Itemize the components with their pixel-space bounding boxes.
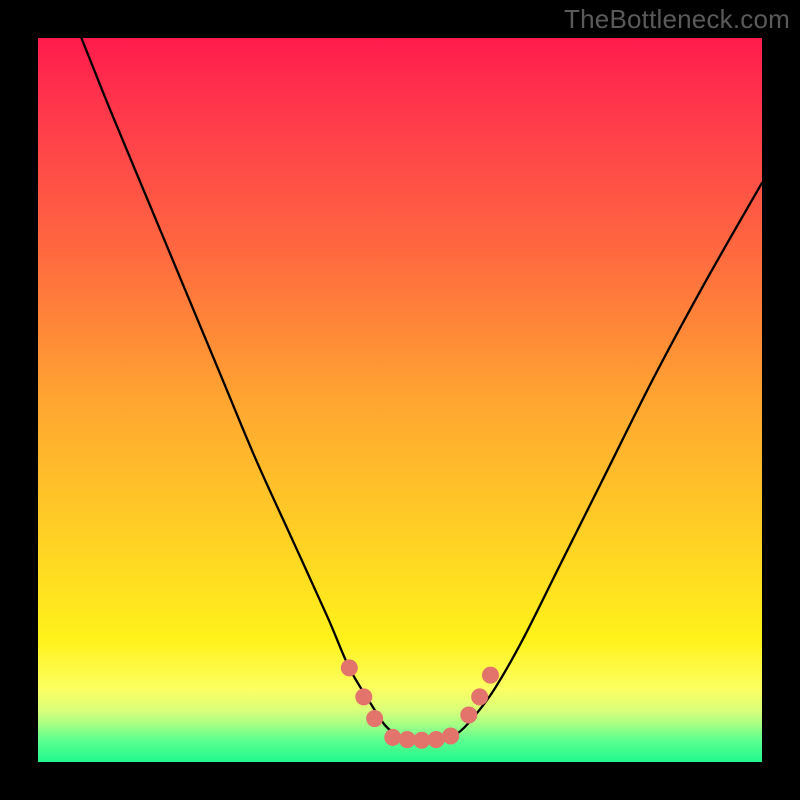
left-mid-dot — [356, 689, 372, 705]
chart-frame: TheBottleneck.com — [0, 0, 800, 800]
floor-dot-5 — [443, 728, 459, 744]
floor-dot-1 — [385, 729, 401, 745]
right-lower-dot — [461, 707, 477, 723]
floor-dot-4 — [428, 732, 444, 748]
bottleneck-curve — [81, 38, 762, 741]
floor-dot-3 — [414, 732, 430, 748]
right-mid-dot — [472, 689, 488, 705]
right-upper-dot — [483, 667, 499, 683]
left-upper-dot — [341, 660, 357, 676]
left-lower-dot — [367, 711, 383, 727]
plot-area — [38, 38, 762, 762]
marker-dots — [341, 660, 498, 748]
curve-svg — [38, 38, 762, 762]
floor-dot-2 — [399, 732, 415, 748]
watermark-text: TheBottleneck.com — [564, 4, 790, 35]
